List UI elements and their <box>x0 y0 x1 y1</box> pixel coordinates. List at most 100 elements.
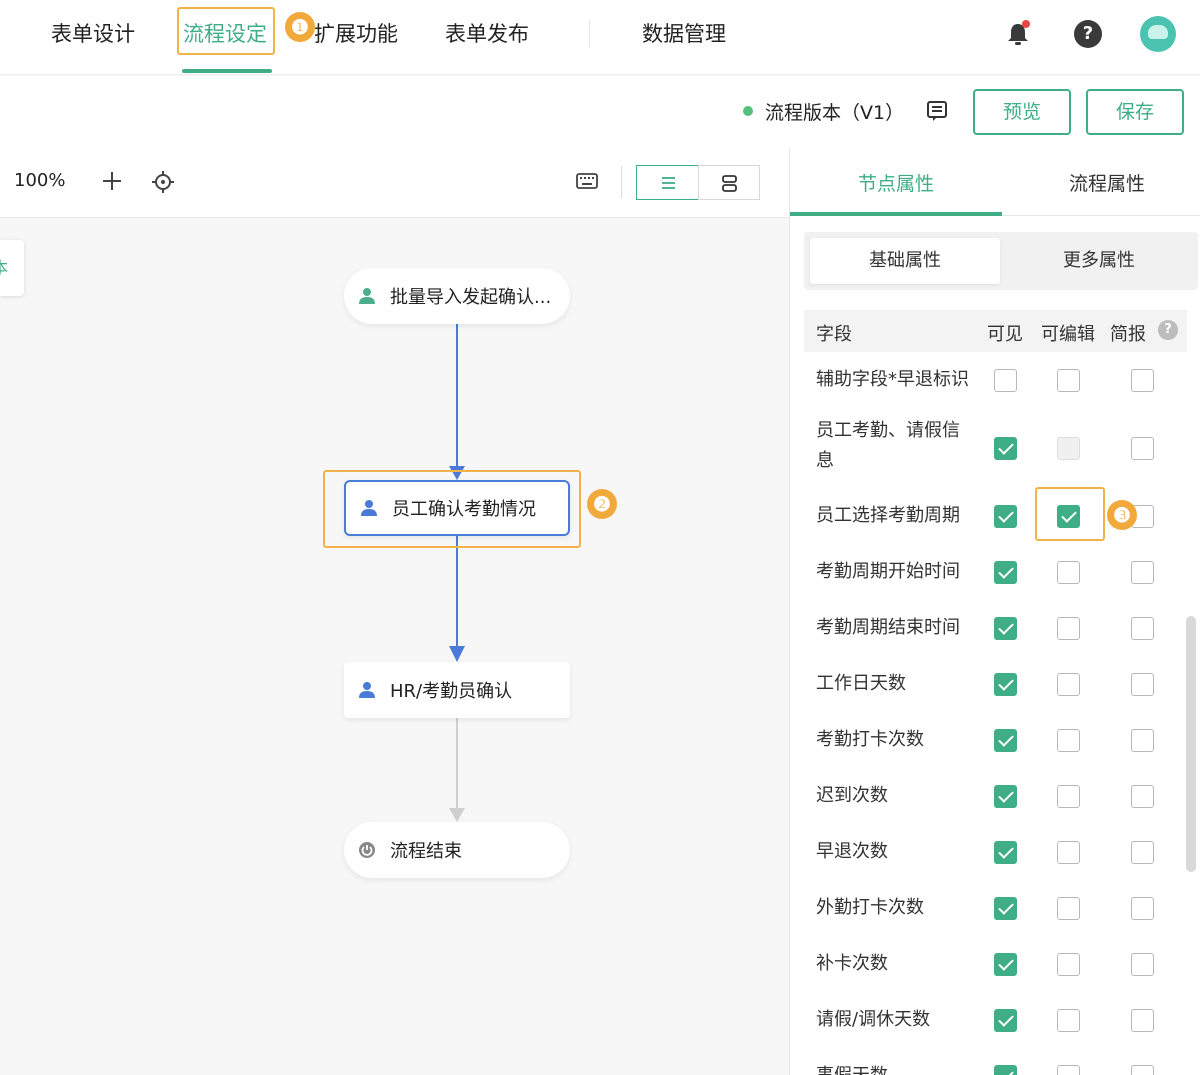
editable-checkbox <box>1057 436 1080 460</box>
tab-node-properties[interactable]: 节点属性 <box>858 169 934 196</box>
brief-checkbox[interactable] <box>1131 728 1154 752</box>
layout-card-toggle[interactable] <box>698 165 760 200</box>
field-name: 工作日天数 <box>816 673 906 694</box>
comment-icon[interactable] <box>926 100 948 122</box>
col-field: 字段 <box>816 324 852 345</box>
visible-checkbox[interactable] <box>994 1008 1017 1032</box>
field-row: 事假天数 <box>804 1048 1187 1075</box>
editable-checkbox[interactable] <box>1057 784 1080 808</box>
visible-checkbox[interactable] <box>994 436 1017 460</box>
brief-checkbox[interactable] <box>1131 952 1154 976</box>
brief-checkbox[interactable] <box>1131 436 1154 460</box>
layout-list-toggle[interactable] <box>636 165 699 200</box>
field-name: 考勤周期结束时间 <box>816 617 960 638</box>
editable-checkbox[interactable] <box>1057 616 1080 640</box>
field-row: 补卡次数 <box>804 936 1187 992</box>
field-row: 员工考勤、请假信息 <box>804 412 1187 484</box>
user-icon <box>360 499 378 517</box>
brief-checkbox[interactable] <box>1131 672 1154 696</box>
visible-checkbox[interactable] <box>994 952 1017 976</box>
brief-checkbox[interactable] <box>1131 784 1154 808</box>
visible-checkbox[interactable] <box>994 616 1017 640</box>
field-row: 迟到次数 <box>804 768 1187 824</box>
brief-checkbox[interactable] <box>1131 1008 1154 1032</box>
brief-checkbox[interactable] <box>1131 560 1154 584</box>
editable-checkbox[interactable] <box>1057 1008 1080 1032</box>
nav-tab-extensions[interactable]: 扩展功能 <box>314 18 398 50</box>
field-name: 补卡次数 <box>816 953 888 974</box>
col-editable: 可编辑 <box>1041 324 1095 345</box>
visible-checkbox[interactable] <box>994 560 1017 584</box>
editable-checkbox[interactable] <box>1057 1064 1080 1075</box>
panel-scrollbar[interactable] <box>1186 616 1196 872</box>
save-button[interactable]: 保存 <box>1086 89 1184 135</box>
panel-tabs: 节点属性 流程属性 <box>790 148 1200 216</box>
subtab-more-properties[interactable]: 更多属性 <box>1004 238 1194 284</box>
subtab-basic-properties[interactable]: 基础属性 <box>810 238 1000 284</box>
field-name: 请假/调休天数 <box>816 1009 931 1030</box>
editable-checkbox[interactable] <box>1057 368 1080 392</box>
field-row: 考勤打卡次数 <box>804 712 1187 768</box>
visible-checkbox[interactable] <box>994 784 1017 808</box>
field-row: 辅助字段*早退标识 <box>804 360 1187 400</box>
zoom-in-icon[interactable] <box>101 170 123 192</box>
field-row: 工作日天数 <box>804 656 1187 712</box>
field-name: 考勤周期开始时间 <box>816 561 960 582</box>
top-nav: 表单设计 流程设定 ❶ 扩展功能 表单发布 数据管理 ? <box>0 0 1200 75</box>
node-label: HR/考勤员确认 <box>390 681 513 702</box>
annotation-badge-3: ❸ <box>1107 500 1137 530</box>
brief-checkbox[interactable] <box>1131 616 1154 640</box>
visible-checkbox[interactable] <box>994 672 1017 696</box>
help-icon[interactable]: ? <box>1074 20 1102 48</box>
flow-node-hr-confirm[interactable]: HR/考勤员确认 <box>344 662 570 718</box>
field-name: 员工考勤、请假信息 <box>816 420 960 471</box>
visible-checkbox[interactable] <box>994 728 1017 752</box>
field-row: 考勤周期结束时间 <box>804 600 1187 656</box>
preview-button[interactable]: 预览 <box>973 89 1071 135</box>
flow-node-start[interactable]: 批量导入发起确认... <box>344 268 570 324</box>
status-dot <box>743 106 753 116</box>
nav-tab-data-management[interactable]: 数据管理 <box>642 18 726 50</box>
connector-line-1 <box>456 324 458 469</box>
field-row: 考勤周期开始时间 <box>804 544 1187 600</box>
field-name: 早退次数 <box>816 841 888 862</box>
node-label: 批量导入发起确认... <box>390 287 552 308</box>
nav-tab-form-design[interactable]: 表单设计 <box>51 18 135 50</box>
editable-checkbox[interactable] <box>1057 728 1080 752</box>
version-side-tab[interactable]: 本 <box>0 240 24 296</box>
editable-checkbox[interactable] <box>1057 560 1080 584</box>
connector-line-3 <box>456 718 458 810</box>
help-icon[interactable]: ? <box>1158 320 1178 340</box>
brief-checkbox[interactable] <box>1131 840 1154 864</box>
flow-node-employee-confirm[interactable]: 员工确认考勤情况 <box>344 480 570 536</box>
process-version-label[interactable]: 流程版本（V1） <box>765 98 904 125</box>
editable-checkbox[interactable] <box>1057 952 1080 976</box>
field-name: 员工选择考勤周期 <box>816 505 960 526</box>
bell-icon[interactable] <box>1004 20 1032 48</box>
connector-arrow-3 <box>449 808 465 822</box>
tab-process-properties[interactable]: 流程属性 <box>1069 169 1145 196</box>
locate-icon[interactable] <box>151 170 175 194</box>
annotation-badge-2: ❷ <box>587 489 617 519</box>
keyboard-icon[interactable] <box>576 172 598 190</box>
user-icon <box>358 681 376 699</box>
visible-checkbox[interactable] <box>994 1064 1017 1075</box>
flow-canvas[interactable]: 100% 本 批量导入发起确认... 员工确认考勤情况 ❷ HR/考勤员确认 流… <box>0 148 789 1075</box>
brief-checkbox[interactable] <box>1131 896 1154 920</box>
field-name: 迟到次数 <box>816 785 888 806</box>
visible-checkbox[interactable] <box>994 840 1017 864</box>
brief-checkbox[interactable] <box>1131 368 1154 392</box>
visible-checkbox[interactable] <box>994 896 1017 920</box>
avatar[interactable] <box>1140 16 1176 52</box>
field-row: 外勤打卡次数 <box>804 880 1187 936</box>
power-icon <box>358 841 376 859</box>
visible-checkbox[interactable] <box>994 368 1017 392</box>
active-tab-underline <box>182 69 272 73</box>
editable-checkbox[interactable] <box>1057 896 1080 920</box>
flow-node-end[interactable]: 流程结束 <box>344 822 570 878</box>
visible-checkbox[interactable] <box>994 504 1017 528</box>
editable-checkbox[interactable] <box>1057 840 1080 864</box>
brief-checkbox[interactable] <box>1131 1064 1154 1075</box>
editable-checkbox[interactable] <box>1057 672 1080 696</box>
nav-tab-form-publish[interactable]: 表单发布 <box>445 18 529 50</box>
